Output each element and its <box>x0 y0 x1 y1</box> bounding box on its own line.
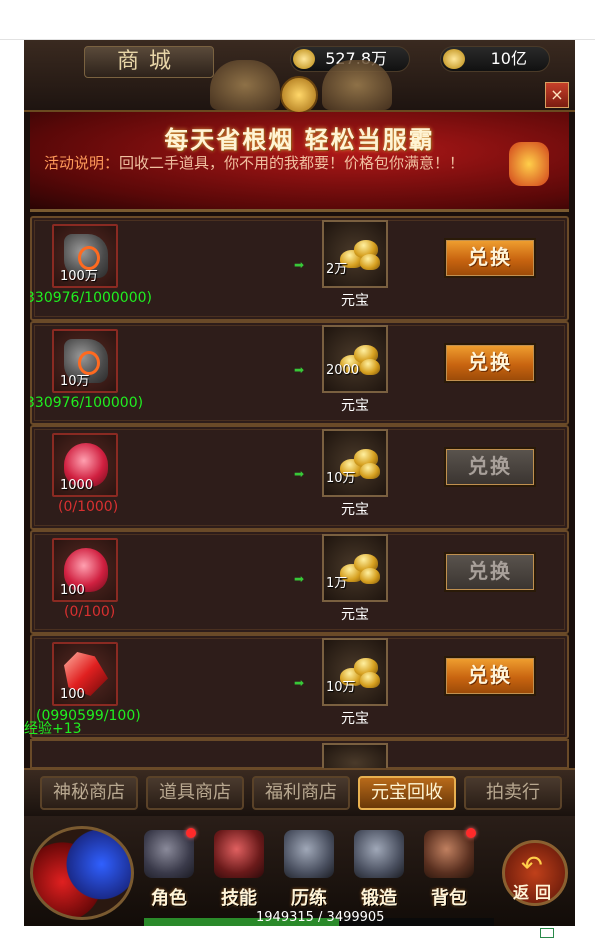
reward-quantity: 2000 <box>326 362 360 378</box>
skill-book-icon <box>214 830 264 878</box>
reward-name: 元宝 <box>341 711 369 727</box>
close-button[interactable]: × <box>545 82 569 108</box>
reward-slot[interactable]: 10万 <box>322 638 388 706</box>
reward-quantity: 1万 <box>326 575 348 591</box>
exchange-button[interactable]: 兑换 <box>444 447 536 487</box>
coin-icon <box>293 49 315 69</box>
widget-icon <box>540 928 554 938</box>
exchange-button[interactable]: 兑换 <box>444 551 536 592</box>
reward-slot[interactable]: 10万 <box>322 429 388 497</box>
back-button[interactable]: ↶ 返回 <box>502 840 568 906</box>
shop-tab-bar: 神秘商店 道具商店 福利商店 元宝回收 拍卖行 <box>24 768 575 816</box>
dragon-ornament-left-icon <box>210 60 280 110</box>
corner-widget <box>540 928 595 938</box>
nav-label: 角色 <box>151 888 187 909</box>
tab-item-shop[interactable]: 道具商店 <box>146 776 244 810</box>
exchange-button[interactable]: 兑换 <box>444 238 536 278</box>
arrow-right-icon: ➡ <box>294 571 305 586</box>
exchange-button[interactable]: 兑换 <box>444 342 536 383</box>
backpack-icon <box>424 830 474 878</box>
reward-slot[interactable]: 2万 <box>322 220 388 288</box>
item-slot[interactable]: 10万 <box>52 328 118 393</box>
event-banner: 每天省根烟 轻松当服霸 活动说明：回收二手道具，你不用的我都要！价格包你满意！！ <box>30 112 569 212</box>
recycle-row: 1000 (0/1000) ➡ 10万 元宝 兑换 <box>30 425 569 530</box>
hp-mp-orb-icon <box>30 826 134 920</box>
armor-icon <box>284 830 334 878</box>
lantern-icon <box>509 142 549 186</box>
return-arrow-icon: ↶ <box>521 851 543 881</box>
banner-desc-text: 回收二手道具，你不用的我都要！价格包你满意！！ <box>119 154 465 172</box>
tab-auction-house[interactable]: 拍卖行 <box>464 776 562 810</box>
experience-text: 1949315 / 3499905 <box>256 910 385 925</box>
reward-quantity: 10万 <box>326 471 356 486</box>
item-progress: (0/1000) <box>58 499 119 515</box>
item-slot[interactable]: 1000 <box>52 433 118 497</box>
item-progress: 330976/1000000) <box>30 290 152 306</box>
reward-slot[interactable] <box>322 742 388 768</box>
reward-quantity: 2万 <box>326 262 348 277</box>
gold-ingot-icon <box>443 49 465 69</box>
dragon-ornament-right-icon <box>322 60 392 110</box>
character-icon <box>144 830 194 878</box>
reward-slot[interactable]: 2000 <box>322 324 388 393</box>
recycle-row: 100 (0990599/100) ➡ 10万 元宝 兑换 <box>30 634 569 739</box>
exchange-button[interactable]: 兑换 <box>444 656 536 696</box>
recycle-row: 100 (0/100) ➡ 1万 元宝 兑换 <box>30 529 569 634</box>
recycle-row: 10万 330976/100000) ➡ 2000 元宝 兑换 <box>30 320 569 425</box>
nav-training-button[interactable]: 历练 <box>276 826 342 916</box>
nav-label: 背包 <box>431 888 467 909</box>
shop-title: 商城 <box>84 46 214 78</box>
nav-character-button[interactable]: 角色 <box>136 826 202 916</box>
nav-forge-button[interactable]: 锻造 <box>346 826 412 916</box>
reward-name: 元宝 <box>341 502 369 518</box>
recycle-row-partial <box>30 738 569 768</box>
reward-quantity: 10万 <box>326 680 356 695</box>
arrow-right-icon: ➡ <box>294 258 305 272</box>
item-slot[interactable]: 100万 <box>52 224 118 288</box>
arrow-right-icon: ➡ <box>294 676 305 690</box>
browser-top-bar <box>0 0 595 40</box>
tab-ingot-recycle[interactable]: 元宝回收 <box>358 776 456 810</box>
ingot-value: 10亿 <box>490 49 527 68</box>
item-progress: 330976/100000) <box>30 394 144 411</box>
notification-dot-icon <box>186 828 196 838</box>
tab-welfare-shop[interactable]: 福利商店 <box>252 776 350 810</box>
recycle-row: 100万 330976/1000000) ➡ 2万 元宝 兑换 <box>30 216 569 321</box>
item-slot[interactable]: 100 <box>52 642 118 706</box>
reward-slot[interactable]: 1万 <box>322 533 388 602</box>
recycle-list[interactable]: 100万 330976/1000000) ➡ 2万 元宝 兑换 10万 3309… <box>30 216 569 768</box>
nav-backpack-button[interactable]: 背包 <box>416 826 482 916</box>
reward-name: 元宝 <box>341 293 369 309</box>
shop-header: 商城 527.8万 10亿 × <box>24 40 575 114</box>
xp-gain-float: 经验+13 <box>24 721 82 737</box>
item-slot[interactable]: 100 <box>52 537 118 602</box>
notification-dot-icon <box>466 828 476 838</box>
nav-skill-button[interactable]: 技能 <box>206 826 272 916</box>
ingot-counter: 10亿 <box>440 46 550 72</box>
item-progress: (0/100) <box>64 603 116 620</box>
reward-name: 元宝 <box>341 606 369 623</box>
back-label: 返回 <box>512 883 557 902</box>
nav-label: 技能 <box>221 888 257 909</box>
reward-name: 元宝 <box>341 397 369 414</box>
item-quantity: 100 <box>60 582 85 598</box>
nav-label: 历练 <box>291 888 327 909</box>
tab-mystery-shop[interactable]: 神秘商店 <box>40 776 138 810</box>
flame-emblem-icon <box>280 76 318 114</box>
item-quantity: 1000 <box>60 478 94 493</box>
item-quantity: 10万 <box>60 373 90 389</box>
item-quantity: 100 <box>60 687 85 702</box>
banner-description: 活动说明：回收二手道具，你不用的我都要！价格包你满意！！ <box>44 152 464 173</box>
bottom-nav: 角色 技能 历练 锻造 背包 ↶ 返回 1949315 / 3499905 <box>24 816 575 926</box>
game-viewport: 商城 527.8万 10亿 × 每天省根烟 轻松当服霸 活动说明：回收二手道具，… <box>24 40 575 926</box>
arrow-right-icon: ➡ <box>294 362 305 377</box>
item-quantity: 100万 <box>60 269 98 284</box>
forge-icon <box>354 830 404 878</box>
nav-label: 锻造 <box>361 888 397 909</box>
banner-title: 每天省根烟 轻松当服霸 <box>164 125 435 154</box>
arrow-right-icon: ➡ <box>294 467 305 481</box>
banner-desc-label: 活动说明： <box>44 154 120 172</box>
